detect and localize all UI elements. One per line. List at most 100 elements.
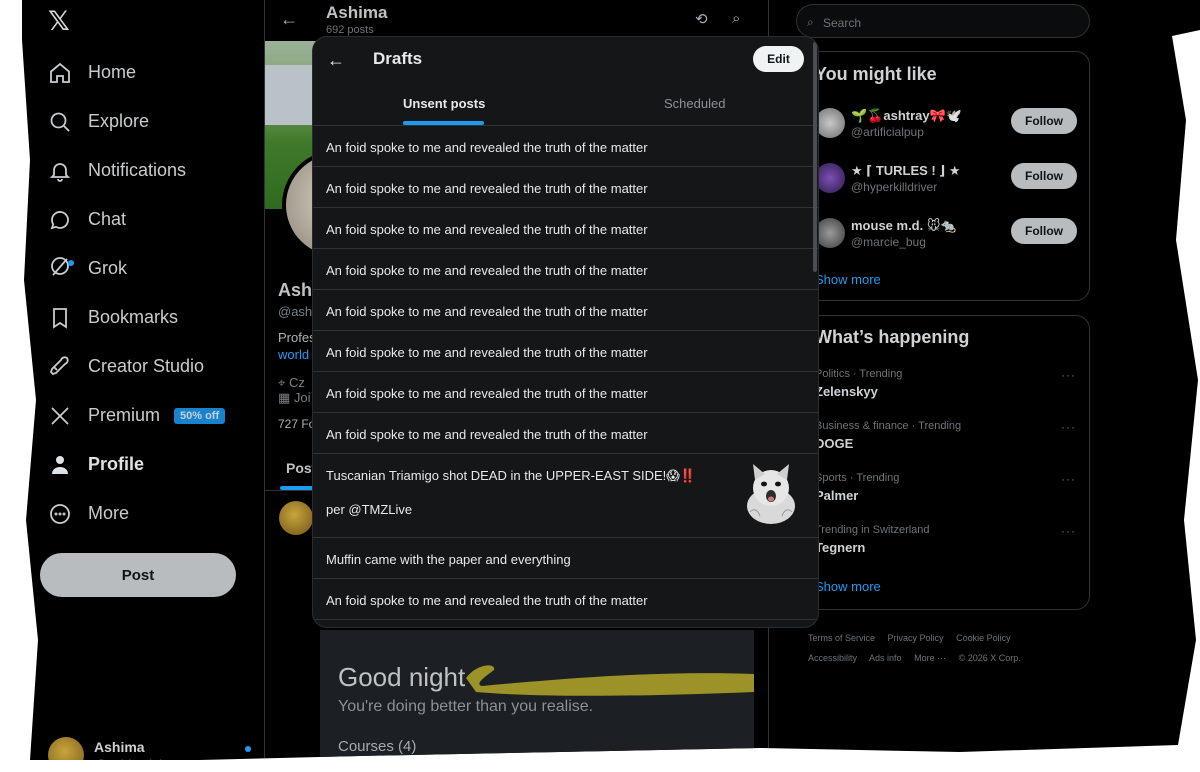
sidebar-item-explore[interactable]: Explore bbox=[48, 97, 225, 146]
draft-item[interactable]: An foid spoke to me and revealed the tru… bbox=[313, 249, 818, 290]
draft-text: per @TMZLive bbox=[326, 502, 413, 517]
discount-badge: 50% off bbox=[174, 407, 226, 424]
follow-button[interactable]: Follow bbox=[1011, 108, 1077, 134]
sidebar-item-label: Grok bbox=[88, 258, 128, 278]
trend-item[interactable]: Trending in Switzerland Tegnern ··· bbox=[815, 524, 1085, 555]
suggestion-name: 🌱🍒ashtray🎀🕊️ bbox=[851, 108, 962, 123]
footer-link[interactable]: Terms of Service bbox=[808, 633, 875, 643]
tab-unsent-posts[interactable]: Unsent posts bbox=[403, 96, 485, 111]
show-more-link[interactable]: Show more bbox=[815, 272, 881, 287]
sidebar-item-profile[interactable]: Profile bbox=[48, 440, 225, 489]
search-placeholder: Search bbox=[823, 16, 862, 30]
kitten-thumbnail bbox=[747, 464, 795, 524]
trend-item[interactable]: Business & finance · Trending DOGE ··· bbox=[815, 420, 1085, 451]
sidebar-nav: Home Explore Notifications Chat Grok Boo… bbox=[48, 48, 226, 538]
draft-text: Muffin came with the paper and everythin… bbox=[326, 552, 571, 567]
more-icon[interactable]: ··· bbox=[1061, 420, 1076, 434]
sidebar-item-notifications[interactable]: Notifications bbox=[48, 146, 225, 195]
refresh-icon[interactable]: ⟲ bbox=[695, 10, 708, 28]
search-input[interactable]: ⌕ Search bbox=[796, 4, 1090, 38]
sidebar-item-label: Explore bbox=[88, 111, 150, 131]
greeting-title: Good night bbox=[338, 662, 466, 692]
sidebar-item-label: Creator Studio bbox=[88, 356, 205, 376]
unread-dot bbox=[68, 260, 74, 266]
sidebar-item-bookmarks[interactable]: Bookmarks bbox=[48, 293, 225, 342]
tab-posts[interactable]: Post bbox=[286, 460, 316, 476]
draft-text: An foid spoke to me and revealed the tru… bbox=[326, 263, 648, 278]
search-icon[interactable]: ⌕ bbox=[732, 10, 740, 27]
profile-link[interactable]: world bbox=[278, 347, 309, 362]
profile-joined-text: Joi bbox=[293, 390, 311, 405]
home-icon bbox=[50, 62, 70, 83]
follow-suggestion[interactable]: mouse m.d. 🐭🐀 @marcie_bug Follow bbox=[815, 218, 1085, 258]
account-switcher[interactable]: Ashima @ashimalol bbox=[48, 737, 162, 760]
back-arrow-icon[interactable]: ← bbox=[280, 9, 298, 30]
account-more-icon[interactable]: ··· bbox=[232, 746, 251, 760]
trend-item[interactable]: Politics · Trending Zelenskyy ··· bbox=[815, 368, 1085, 399]
edit-button[interactable]: Edit bbox=[753, 46, 804, 72]
profile-following[interactable]: 727 Fo bbox=[278, 417, 315, 431]
draft-item[interactable]: An foid spoke to me and revealed the tru… bbox=[313, 167, 818, 208]
chevron-up-icon[interactable]: ︿ bbox=[720, 738, 733, 757]
back-arrow-icon[interactable]: ← bbox=[327, 50, 345, 71]
follow-suggestion[interactable]: 🌱🍒ashtray🎀🕊️ @artificialpup Follow bbox=[815, 108, 1085, 148]
footer-link[interactable]: More ··· bbox=[914, 653, 946, 663]
follow-button[interactable]: Follow bbox=[1011, 163, 1077, 189]
scrollbar[interactable] bbox=[813, 42, 817, 272]
greeting-subtitle: You're doing better than you realise. bbox=[338, 698, 594, 715]
sidebar-item-creator-studio[interactable]: Creator Studio bbox=[48, 342, 225, 391]
sidebar-item-more[interactable]: More bbox=[48, 489, 225, 538]
draft-item[interactable]: An foid spoke to me and revealed the tru… bbox=[313, 331, 818, 372]
suggestion-handle: @hyperkilldriver bbox=[851, 180, 938, 194]
more-icon[interactable]: ··· bbox=[1061, 368, 1076, 382]
draft-item[interactable]: An foid spoke to me and revealed the tru… bbox=[313, 290, 818, 331]
post-button[interactable]: Post bbox=[40, 553, 236, 597]
sidebar-item-label: Premium bbox=[88, 405, 161, 425]
x-icon bbox=[51, 406, 69, 425]
sidebar-item-label: More bbox=[88, 503, 130, 523]
trend-item[interactable]: Sports · Trending Palmer ··· bbox=[815, 472, 1085, 503]
sidebar-item-home[interactable]: Home bbox=[48, 48, 225, 97]
footer-link[interactable]: Accessibility bbox=[808, 653, 857, 663]
draft-item[interactable]: Muffin came with the paper and everythin… bbox=[313, 538, 818, 579]
show-more-link[interactable]: Show more bbox=[815, 579, 881, 594]
modal-title: Drafts bbox=[373, 49, 423, 68]
draft-item[interactable]: An foid spoke to me and revealed the tru… bbox=[313, 579, 818, 620]
suggestion-handle: @marcie_bug bbox=[851, 235, 926, 249]
draft-text: An foid spoke to me and revealed the tru… bbox=[326, 593, 648, 608]
trend-meta: Business & finance · Trending bbox=[815, 420, 962, 432]
draft-item-with-media[interactable]: Tuscanian Triamigo shot DEAD in the UPPE… bbox=[313, 454, 818, 538]
tab-scheduled[interactable]: Scheduled bbox=[664, 96, 725, 111]
footer-link[interactable]: Ads info bbox=[869, 653, 902, 663]
avatar[interactable] bbox=[279, 501, 313, 535]
trend-meta: Sports · Trending bbox=[815, 472, 900, 484]
sidebar-item-label: Profile bbox=[88, 454, 145, 474]
footer-link[interactable]: Cookie Policy bbox=[956, 633, 1011, 643]
account-name: Ashima bbox=[94, 738, 145, 755]
follow-suggestion[interactable]: ★ ⌈ TURLES ! ⌋ ★ @hyperkilldriver Follow bbox=[815, 163, 1085, 203]
footer-link[interactable]: Privacy Policy bbox=[888, 633, 944, 643]
sidebar-item-label: Home bbox=[88, 62, 137, 82]
draft-item[interactable]: An foid spoke to me and revealed the tru… bbox=[313, 413, 818, 454]
card-title: What’s happening bbox=[815, 327, 970, 347]
courses-header[interactable]: Courses (4) bbox=[338, 738, 416, 755]
sidebar-item-premium[interactable]: Premium 50% off bbox=[48, 391, 226, 440]
more-icon[interactable]: ··· bbox=[1061, 472, 1076, 486]
sidebar-item-grok[interactable]: Grok bbox=[48, 244, 225, 293]
card-title: You might like bbox=[815, 64, 937, 84]
more-icon[interactable]: ··· bbox=[1061, 524, 1076, 538]
search-icon: ⌕ bbox=[807, 15, 814, 29]
draft-item[interactable]: An foid spoke to me and revealed the tru… bbox=[313, 126, 818, 167]
more-circle-icon bbox=[50, 503, 70, 524]
draft-text: An foid spoke to me and revealed the tru… bbox=[326, 427, 648, 442]
draft-text: An foid spoke to me and revealed the tru… bbox=[326, 345, 648, 360]
draft-item[interactable]: An foid spoke to me and revealed the tru… bbox=[313, 208, 818, 249]
follow-button[interactable]: Follow bbox=[1011, 218, 1077, 244]
sidebar-item-chat[interactable]: Chat bbox=[48, 195, 225, 244]
trend-title: DOGE bbox=[815, 436, 854, 451]
grok-icon bbox=[51, 257, 69, 276]
draft-item[interactable]: An foid spoke to me and revealed the tru… bbox=[313, 372, 818, 413]
draft-text: An foid spoke to me and revealed the tru… bbox=[326, 140, 648, 155]
x-logo-icon[interactable]: 𝕏 bbox=[48, 8, 74, 35]
draft-text: An foid spoke to me and revealed the tru… bbox=[326, 304, 648, 319]
